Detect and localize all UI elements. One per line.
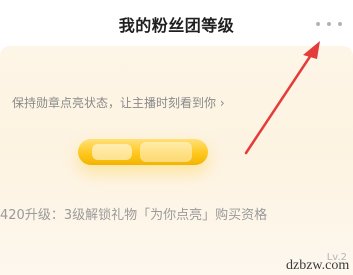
watermark-text: dzbzw.com	[286, 258, 350, 273]
red-arrow-annotation	[244, 41, 320, 155]
